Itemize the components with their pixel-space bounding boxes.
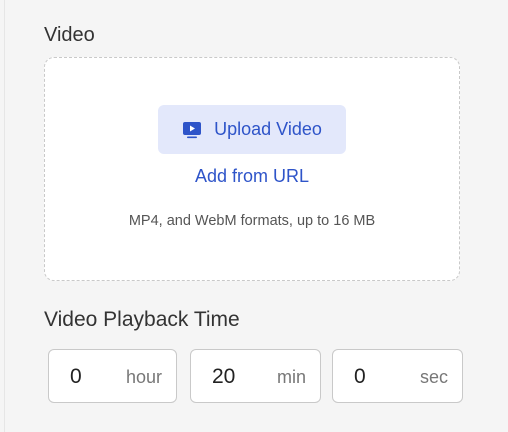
hour-field[interactable]: 0 hour bbox=[48, 349, 177, 403]
video-play-icon bbox=[182, 121, 202, 139]
add-from-url-link[interactable]: Add from URL bbox=[45, 166, 459, 187]
playback-time-title: Video Playback Time bbox=[44, 308, 240, 331]
video-section-title: Video bbox=[44, 24, 95, 46]
second-unit-label: sec bbox=[419, 367, 448, 387]
minute-unit-label: min bbox=[276, 367, 306, 387]
minute-value[interactable]: 20 bbox=[212, 365, 235, 389]
second-field[interactable]: 0 sec bbox=[332, 349, 463, 403]
upload-video-button[interactable]: Upload Video bbox=[158, 105, 346, 154]
minute-field[interactable]: 20 min bbox=[190, 349, 321, 403]
second-value[interactable]: 0 bbox=[354, 365, 366, 389]
upload-video-label: Upload Video bbox=[214, 119, 322, 139]
hour-unit-label: hour bbox=[125, 367, 162, 387]
format-hint: MP4, and WebM formats, up to 16 MB bbox=[128, 213, 376, 229]
hour-value[interactable]: 0 bbox=[70, 365, 82, 389]
video-dropzone[interactable]: Upload Video Add from URL MP4, and WebM … bbox=[44, 57, 460, 281]
